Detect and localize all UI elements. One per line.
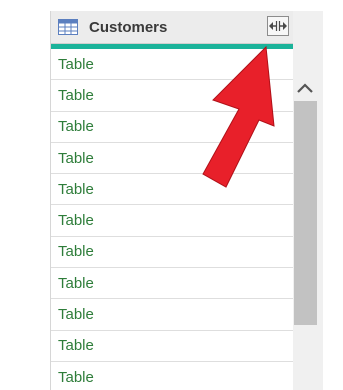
table-row[interactable]: Table xyxy=(51,112,293,143)
table-row[interactable]: Table xyxy=(51,80,293,112)
table-row[interactable]: Table xyxy=(51,49,293,81)
table-row[interactable]: Table xyxy=(51,362,293,390)
table-rows: Table Table Table Table Table Table Table Table… xyxy=(51,49,293,390)
chevron-up-icon xyxy=(297,83,313,93)
expand-column-icon xyxy=(269,21,287,31)
column-header-label: Customers xyxy=(89,18,168,36)
table-row[interactable]: Table xyxy=(51,331,293,362)
table-row[interactable]: Table xyxy=(51,143,293,175)
column-header[interactable]: Customers xyxy=(51,11,293,44)
table-row[interactable]: Table xyxy=(51,237,293,269)
expand-column-button[interactable] xyxy=(267,16,289,36)
vertical-scrollbar[interactable] xyxy=(293,11,323,390)
table-row[interactable]: Table xyxy=(51,174,293,206)
table-row[interactable]: Table xyxy=(51,268,293,300)
scroll-up-button[interactable] xyxy=(293,77,317,99)
query-grid: Customers Table Table Table Table Table Table… xyxy=(50,11,294,390)
table-row[interactable]: Table xyxy=(51,205,293,237)
table-row[interactable]: Table xyxy=(51,299,293,331)
scroll-thumb[interactable] xyxy=(294,101,317,325)
table-icon xyxy=(58,19,78,35)
